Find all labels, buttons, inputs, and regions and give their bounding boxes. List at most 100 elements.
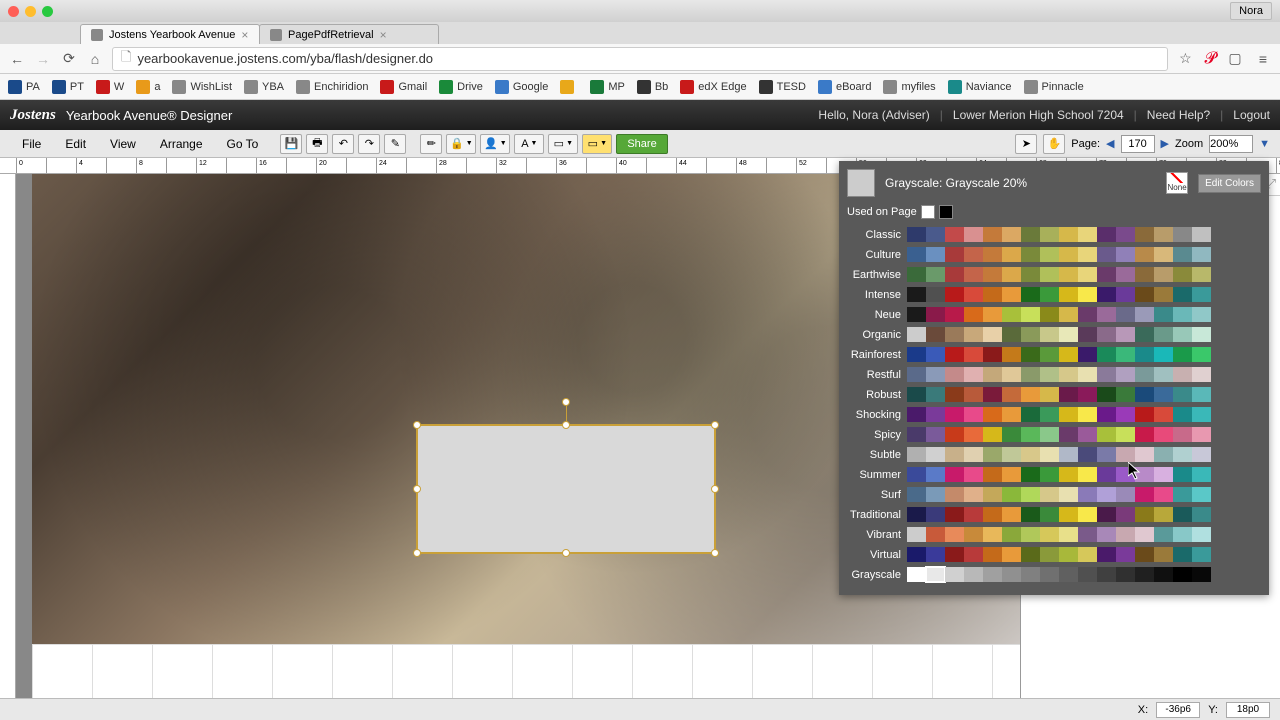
color-swatch[interactable]: [1135, 567, 1154, 582]
x-input[interactable]: [1156, 702, 1200, 718]
bookmark-item[interactable]: Gmail: [380, 80, 427, 94]
color-swatch[interactable]: [1116, 267, 1135, 282]
color-swatch[interactable]: [945, 507, 964, 522]
color-swatch[interactable]: [964, 247, 983, 262]
color-swatch[interactable]: [1040, 447, 1059, 462]
mac-zoom-button[interactable]: [42, 6, 53, 17]
color-swatch[interactable]: [1173, 427, 1192, 442]
color-swatch[interactable]: [964, 427, 983, 442]
color-swatch[interactable]: [983, 447, 1002, 462]
color-swatch[interactable]: [1135, 307, 1154, 322]
color-swatch[interactable]: [1078, 507, 1097, 522]
color-swatch[interactable]: [1021, 327, 1040, 342]
color-swatch[interactable]: [926, 507, 945, 522]
color-swatch[interactable]: [1059, 347, 1078, 362]
tab-close-icon[interactable]: ×: [380, 28, 387, 42]
color-swatch[interactable]: [907, 427, 926, 442]
color-swatch[interactable]: [1135, 267, 1154, 282]
color-swatch[interactable]: [1059, 367, 1078, 382]
color-swatch[interactable]: [964, 347, 983, 362]
color-swatch[interactable]: [983, 327, 1002, 342]
color-swatch[interactable]: [1002, 547, 1021, 562]
note-dropdown[interactable]: ▭▼: [582, 134, 612, 154]
color-swatch[interactable]: [1021, 347, 1040, 362]
color-swatch[interactable]: [1192, 407, 1211, 422]
color-swatch[interactable]: [1154, 387, 1173, 402]
color-swatch[interactable]: [964, 307, 983, 322]
bookmark-item[interactable]: PA: [8, 80, 40, 94]
color-swatch[interactable]: [1116, 527, 1135, 542]
color-swatch[interactable]: [964, 507, 983, 522]
color-swatch[interactable]: [1192, 367, 1211, 382]
color-swatch[interactable]: [1173, 327, 1192, 342]
color-swatch[interactable]: [983, 347, 1002, 362]
bookmark-item[interactable]: myfiles: [883, 80, 935, 94]
used-color-swatch[interactable]: [921, 205, 935, 219]
color-swatch[interactable]: [1192, 427, 1211, 442]
home-button[interactable]: ⌂: [86, 50, 104, 68]
color-swatch[interactable]: [1059, 507, 1078, 522]
color-swatch[interactable]: [983, 307, 1002, 322]
color-swatch[interactable]: [1078, 307, 1097, 322]
color-swatch[interactable]: [1135, 447, 1154, 462]
color-swatch[interactable]: [983, 387, 1002, 402]
bookmark-item[interactable]: Drive: [439, 80, 483, 94]
color-swatch[interactable]: [926, 487, 945, 502]
color-swatch[interactable]: [983, 487, 1002, 502]
color-swatch[interactable]: [907, 367, 926, 382]
color-swatch[interactable]: [926, 407, 945, 422]
color-swatch[interactable]: [1116, 407, 1135, 422]
color-swatch[interactable]: [1097, 367, 1116, 382]
color-swatch[interactable]: [1116, 327, 1135, 342]
color-swatch[interactable]: [1021, 287, 1040, 302]
shape-dropdown[interactable]: ▭▼: [548, 134, 578, 154]
bookmark-item[interactable]: edX Edge: [680, 80, 746, 94]
color-swatch[interactable]: [1154, 267, 1173, 282]
bookmark-item[interactable]: Bb: [637, 80, 668, 94]
color-swatch[interactable]: [1097, 567, 1116, 582]
color-swatch[interactable]: [964, 387, 983, 402]
color-swatch[interactable]: [1173, 227, 1192, 242]
color-swatch[interactable]: [1097, 267, 1116, 282]
color-swatch[interactable]: [983, 367, 1002, 382]
resize-handle[interactable]: [711, 485, 719, 493]
mac-close-button[interactable]: [8, 6, 19, 17]
color-swatch[interactable]: [1059, 527, 1078, 542]
help-link[interactable]: Need Help?: [1147, 108, 1210, 122]
color-swatch[interactable]: [907, 287, 926, 302]
color-swatch[interactable]: [945, 347, 964, 362]
logout-link[interactable]: Logout: [1233, 108, 1270, 122]
color-swatch[interactable]: [1154, 487, 1173, 502]
undo-button[interactable]: ↶: [332, 134, 354, 154]
color-swatch[interactable]: [1059, 227, 1078, 242]
color-swatch[interactable]: [1116, 447, 1135, 462]
color-swatch[interactable]: [964, 267, 983, 282]
color-swatch[interactable]: [964, 227, 983, 242]
color-swatch[interactable]: [1154, 467, 1173, 482]
image-dropdown[interactable]: 👤▼: [480, 134, 510, 154]
share-button[interactable]: Share: [616, 134, 667, 154]
mac-minimize-button[interactable]: [25, 6, 36, 17]
color-swatch[interactable]: [1002, 447, 1021, 462]
reload-button[interactable]: ⟳: [60, 50, 78, 68]
color-swatch[interactable]: [1040, 287, 1059, 302]
color-swatch[interactable]: [1135, 247, 1154, 262]
zoom-dropdown-icon[interactable]: ▼: [1259, 138, 1270, 150]
color-swatch[interactable]: [1078, 287, 1097, 302]
color-swatch[interactable]: [964, 327, 983, 342]
color-swatch[interactable]: [964, 407, 983, 422]
bookmark-item[interactable]: [560, 80, 578, 94]
color-swatch[interactable]: [926, 347, 945, 362]
color-swatch[interactable]: [1059, 287, 1078, 302]
color-swatch[interactable]: [964, 547, 983, 562]
color-swatch[interactable]: [1002, 227, 1021, 242]
color-swatch[interactable]: [1040, 347, 1059, 362]
color-swatch[interactable]: [983, 527, 1002, 542]
color-swatch[interactable]: [1021, 447, 1040, 462]
color-swatch[interactable]: [1173, 487, 1192, 502]
bookmark-item[interactable]: WishList: [172, 80, 232, 94]
used-color-swatch[interactable]: [939, 205, 953, 219]
color-swatch[interactable]: [1135, 487, 1154, 502]
color-swatch[interactable]: [1097, 507, 1116, 522]
menu-icon[interactable]: ≡: [1254, 50, 1272, 68]
